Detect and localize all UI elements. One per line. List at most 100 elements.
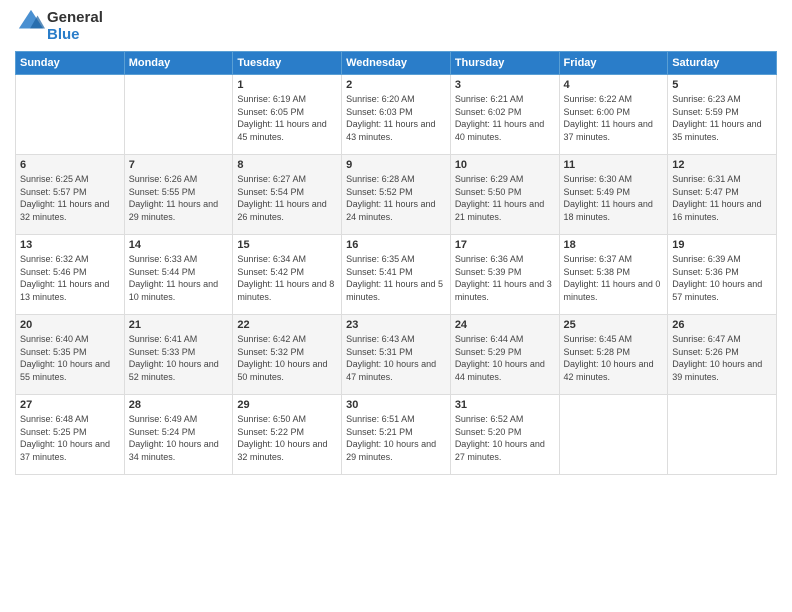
day-info: Sunrise: 6:51 AMSunset: 5:21 PMDaylight:… [346,413,446,463]
day-number: 14 [129,239,229,251]
header-row: SundayMondayTuesdayWednesdayThursdayFrid… [16,52,777,75]
day-cell: 31 Sunrise: 6:52 AMSunset: 5:20 PMDayligh… [450,395,559,475]
day-cell: 16Sunrise: 6:35 AMSunset: 5:41 PMDayligh… [342,235,451,315]
day-cell: 9Sunrise: 6:28 AMSunset: 5:52 PMDaylight… [342,155,451,235]
day-number: 1 [237,79,337,91]
day-number: 13 [20,239,120,251]
day-cell [16,75,125,155]
day-info: Sunrise: 6:44 AMSunset: 5:29 PMDaylight:… [455,333,555,383]
day-cell: 17 Sunrise: 6:36 AMSunset: 5:39 PMDayligh… [450,235,559,315]
day-info: Sunrise: 6:33 AMSunset: 5:44 PMDaylight:… [129,253,229,303]
day-cell [668,395,777,475]
day-cell: 19 Sunrise: 6:39 AMSunset: 5:36 PMDayligh… [668,235,777,315]
day-info: Sunrise: 6:40 AMSunset: 5:35 PMDaylight:… [20,333,120,383]
day-cell: 24 Sunrise: 6:44 AMSunset: 5:29 PMDayligh… [450,315,559,395]
day-cell: 28 Sunrise: 6:49 AMSunset: 5:24 PMDayligh… [124,395,233,475]
day-cell: 12 Sunrise: 6:31 AMSunset: 5:47 PMDayligh… [668,155,777,235]
day-number: 18 [564,239,664,251]
day-number: 20 [20,319,120,331]
logo: General Blue [15,10,103,43]
day-number: 9 [346,159,446,171]
day-number: 26 [672,319,772,331]
day-cell: 2 Sunrise: 6:20 AMSunset: 6:03 PMDaylight… [342,75,451,155]
week-row-3: 20 Sunrise: 6:40 AMSunset: 5:35 PMDayligh… [16,315,777,395]
day-info: Sunrise: 6:26 AMSunset: 5:55 PMDaylight:… [129,173,229,223]
day-info: Sunrise: 6:39 AMSunset: 5:36 PMDaylight:… [672,253,772,303]
day-number: 29 [237,399,337,411]
day-number: 19 [672,239,772,251]
day-cell: 18 Sunrise: 6:37 AMSunset: 5:38 PMDayligh… [559,235,668,315]
week-row-0: 1Sunrise: 6:19 AMSunset: 6:05 PMDaylight… [16,75,777,155]
week-row-1: 6Sunrise: 6:25 AMSunset: 5:57 PMDaylight… [16,155,777,235]
day-number: 24 [455,319,555,331]
day-cell: 4 Sunrise: 6:22 AMSunset: 6:00 PMDaylight… [559,75,668,155]
day-cell: 15 Sunrise: 6:34 AMSunset: 5:42 PMDayligh… [233,235,342,315]
day-info: Sunrise: 6:42 AMSunset: 5:32 PMDaylight:… [237,333,337,383]
day-cell: 23 Sunrise: 6:43 AMSunset: 5:31 PMDayligh… [342,315,451,395]
day-info: Sunrise: 6:50 AMSunset: 5:22 PMDaylight:… [237,413,337,463]
day-number: 3 [455,79,555,91]
day-number: 28 [129,399,229,411]
day-cell: 3 Sunrise: 6:21 AMSunset: 6:02 PMDaylight… [450,75,559,155]
day-number: 8 [237,159,337,171]
header-cell-saturday: Saturday [668,52,777,75]
day-info: Sunrise: 6:23 AMSunset: 5:59 PMDaylight:… [672,93,772,143]
day-number: 22 [237,319,337,331]
day-cell: 5Sunrise: 6:23 AMSunset: 5:59 PMDaylight… [668,75,777,155]
header-cell-thursday: Thursday [450,52,559,75]
day-info: Sunrise: 6:52 AMSunset: 5:20 PMDaylight:… [455,413,555,463]
day-number: 27 [20,399,120,411]
day-cell: 1Sunrise: 6:19 AMSunset: 6:05 PMDaylight… [233,75,342,155]
day-info: Sunrise: 6:37 AMSunset: 5:38 PMDaylight:… [564,253,664,303]
day-cell: 20 Sunrise: 6:40 AMSunset: 5:35 PMDayligh… [16,315,125,395]
day-info: Sunrise: 6:27 AMSunset: 5:54 PMDaylight:… [237,173,337,223]
day-cell: 8 Sunrise: 6:27 AMSunset: 5:54 PMDaylight… [233,155,342,235]
day-cell: 6Sunrise: 6:25 AMSunset: 5:57 PMDaylight… [16,155,125,235]
day-number: 11 [564,159,664,171]
day-number: 4 [564,79,664,91]
day-info: Sunrise: 6:31 AMSunset: 5:47 PMDaylight:… [672,173,772,223]
calendar-table: SundayMondayTuesdayWednesdayThursdayFrid… [15,51,777,475]
day-info: Sunrise: 6:48 AMSunset: 5:25 PMDaylight:… [20,413,120,463]
day-cell: 14 Sunrise: 6:33 AMSunset: 5:44 PMDayligh… [124,235,233,315]
day-info: Sunrise: 6:43 AMSunset: 5:31 PMDaylight:… [346,333,446,383]
day-info: Sunrise: 6:29 AMSunset: 5:50 PMDaylight:… [455,173,555,223]
day-cell: 21Sunrise: 6:41 AMSunset: 5:33 PMDayligh… [124,315,233,395]
day-number: 30 [346,399,446,411]
day-cell: 25 Sunrise: 6:45 AMSunset: 5:28 PMDayligh… [559,315,668,395]
header-cell-sunday: Sunday [16,52,125,75]
logo-text: General [47,10,103,27]
day-number: 23 [346,319,446,331]
day-number: 7 [129,159,229,171]
day-cell [559,395,668,475]
day-cell: 13 Sunrise: 6:32 AMSunset: 5:46 PMDayligh… [16,235,125,315]
day-number: 25 [564,319,664,331]
logo-icon [17,8,45,36]
week-row-2: 13 Sunrise: 6:32 AMSunset: 5:46 PMDayligh… [16,235,777,315]
week-row-4: 27 Sunrise: 6:48 AMSunset: 5:25 PMDayligh… [16,395,777,475]
day-number: 10 [455,159,555,171]
day-info: Sunrise: 6:25 AMSunset: 5:57 PMDaylight:… [20,173,120,223]
day-info: Sunrise: 6:32 AMSunset: 5:46 PMDaylight:… [20,253,120,303]
day-cell: 30 Sunrise: 6:51 AMSunset: 5:21 PMDayligh… [342,395,451,475]
day-number: 15 [237,239,337,251]
day-info: Sunrise: 6:45 AMSunset: 5:28 PMDaylight:… [564,333,664,383]
day-info: Sunrise: 6:20 AMSunset: 6:03 PMDaylight:… [346,93,446,143]
day-info: Sunrise: 6:21 AMSunset: 6:02 PMDaylight:… [455,93,555,143]
day-cell [124,75,233,155]
day-number: 31 [455,399,555,411]
logo-blue-text: Blue [47,27,103,44]
day-cell: 27 Sunrise: 6:48 AMSunset: 5:25 PMDayligh… [16,395,125,475]
day-number: 21 [129,319,229,331]
day-number: 17 [455,239,555,251]
day-number: 2 [346,79,446,91]
day-number: 12 [672,159,772,171]
day-info: Sunrise: 6:34 AMSunset: 5:42 PMDaylight:… [237,253,337,303]
day-number: 16 [346,239,446,251]
day-info: Sunrise: 6:22 AMSunset: 6:00 PMDaylight:… [564,93,664,143]
day-info: Sunrise: 6:49 AMSunset: 5:24 PMDaylight:… [129,413,229,463]
day-cell: 10 Sunrise: 6:29 AMSunset: 5:50 PMDayligh… [450,155,559,235]
day-info: Sunrise: 6:36 AMSunset: 5:39 PMDaylight:… [455,253,555,303]
day-cell: 11Sunrise: 6:30 AMSunset: 5:49 PMDayligh… [559,155,668,235]
header-cell-tuesday: Tuesday [233,52,342,75]
